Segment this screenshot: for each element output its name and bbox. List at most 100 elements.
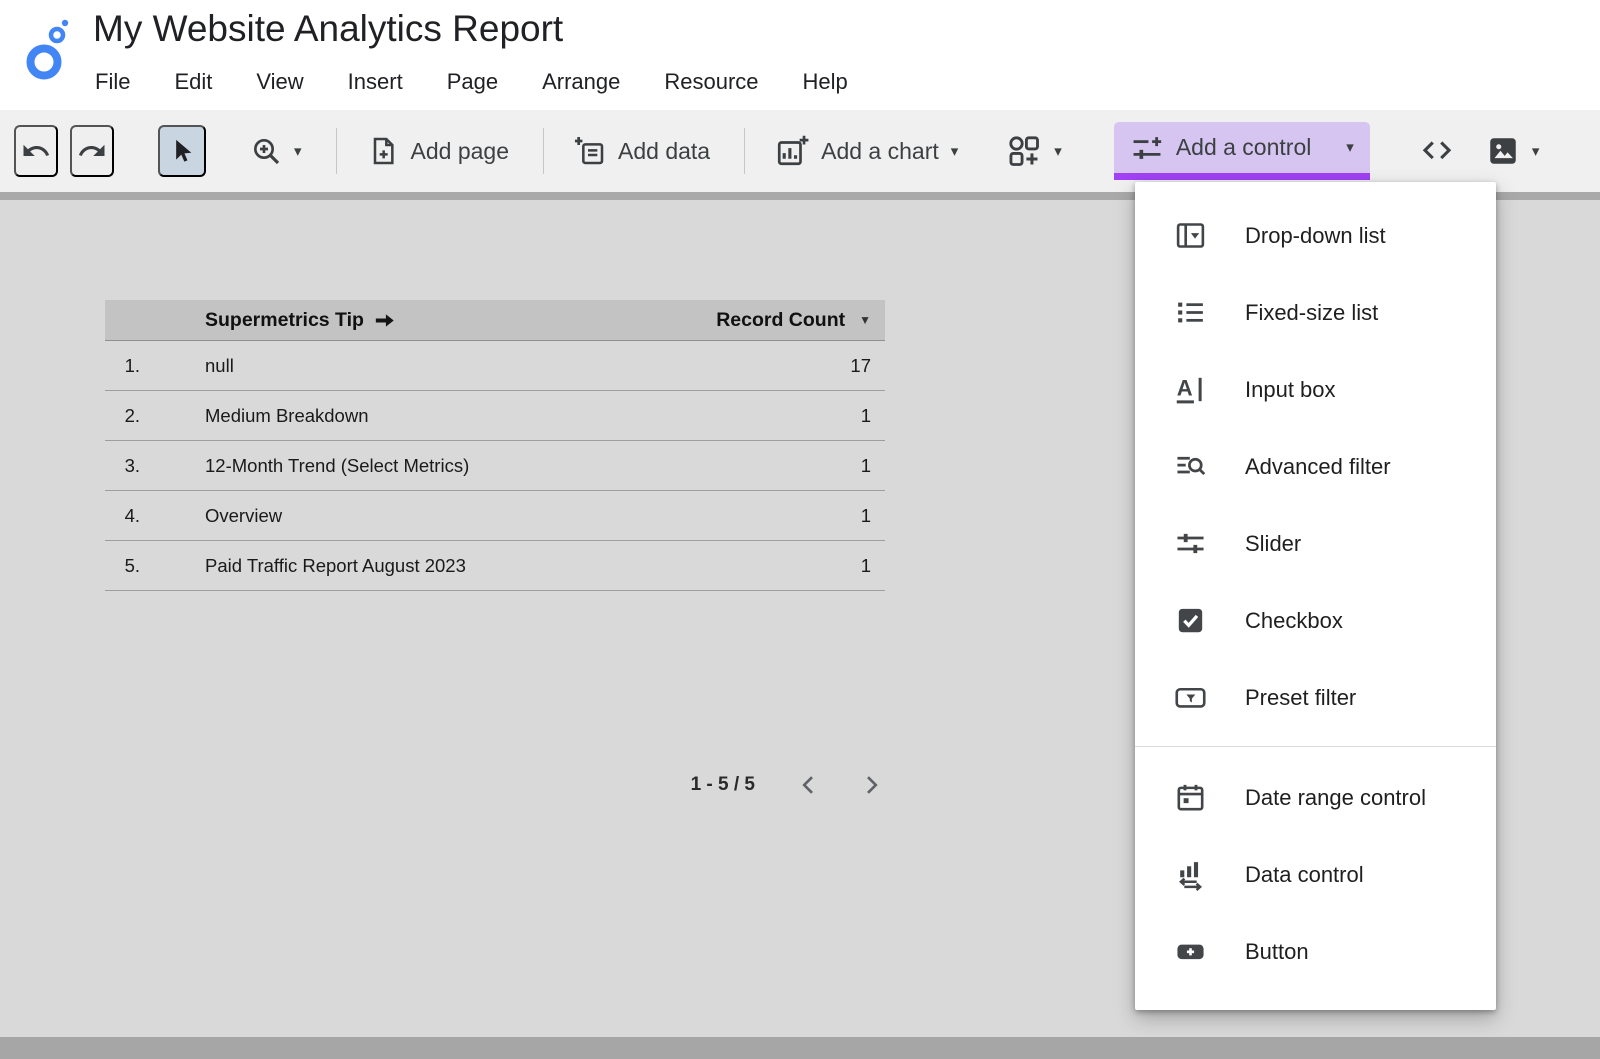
menu-item-button[interactable]: Button xyxy=(1135,913,1496,990)
add-page-label: Add page xyxy=(411,138,509,165)
menu-item-label: Data control xyxy=(1245,862,1364,888)
add-page-button[interactable]: Add page xyxy=(363,125,513,177)
caret-down-icon: ▾ xyxy=(1054,144,1062,159)
row-count: 1 xyxy=(861,455,885,477)
toolbar-divider xyxy=(336,128,337,174)
row-index: 3. xyxy=(105,455,140,477)
record-count-table[interactable]: Supermetrics Tip Record Count ▼ 1. null … xyxy=(105,300,885,591)
canvas-bottom-edge xyxy=(0,1037,1600,1059)
add-control-icon xyxy=(1130,131,1164,165)
insert-image-button[interactable]: ▾ xyxy=(1482,125,1544,177)
caret-down-icon: ▾ xyxy=(294,144,302,159)
redo-button[interactable] xyxy=(70,125,114,177)
menu-item-date-range-control[interactable]: Date range control xyxy=(1135,759,1496,836)
menubar: File Edit View Insert Page Arrange Resou… xyxy=(93,66,850,98)
input-box-icon: A xyxy=(1174,373,1207,406)
menu-item-label: Input box xyxy=(1245,377,1336,403)
menu-arrange[interactable]: Arrange xyxy=(540,66,622,98)
menu-item-label: Preset filter xyxy=(1245,685,1356,711)
menu-file[interactable]: File xyxy=(93,66,132,98)
redo-icon xyxy=(77,136,107,166)
menu-item-drop-down-list[interactable]: Drop-down list xyxy=(1135,197,1496,274)
menu-item-label: Advanced filter xyxy=(1245,454,1391,480)
menu-divider xyxy=(1135,746,1496,747)
table-row: 2. Medium Breakdown 1 xyxy=(105,391,885,441)
menu-item-input-box[interactable]: A Input box xyxy=(1135,351,1496,428)
toolbar-divider xyxy=(744,128,745,174)
sort-desc-icon: ▼ xyxy=(859,313,871,327)
row-tip: null xyxy=(205,355,234,377)
add-chart-icon xyxy=(775,134,809,168)
menu-item-label: Slider xyxy=(1245,531,1301,557)
code-embed-button[interactable] xyxy=(1414,125,1460,177)
menu-item-slider[interactable]: Slider xyxy=(1135,505,1496,582)
undo-icon xyxy=(21,136,51,166)
looker-studio-logo xyxy=(24,18,72,84)
next-page-button[interactable] xyxy=(857,771,885,799)
menu-page[interactable]: Page xyxy=(445,66,500,98)
table-header-tip[interactable]: Supermetrics Tip xyxy=(205,309,396,332)
caret-down-icon: ▾ xyxy=(1346,140,1354,155)
menu-item-checkbox[interactable]: Checkbox xyxy=(1135,582,1496,659)
add-chart-label: Add a chart xyxy=(821,138,939,165)
row-index: 5. xyxy=(105,555,140,577)
drop-down-list-icon xyxy=(1174,219,1207,252)
add-control-button[interactable]: Add a control ▾ xyxy=(1114,122,1370,180)
table-row: 3. 12-Month Trend (Select Metrics) 1 xyxy=(105,441,885,491)
add-chart-button[interactable]: Add a chart ▾ xyxy=(771,125,962,177)
row-tip: Paid Traffic Report August 2023 xyxy=(205,555,466,577)
menu-item-label: Checkbox xyxy=(1245,608,1343,634)
select-tool-button[interactable] xyxy=(158,125,206,177)
data-control-icon xyxy=(1174,858,1207,891)
menu-help[interactable]: Help xyxy=(801,66,850,98)
chevron-left-icon xyxy=(797,773,821,797)
fixed-size-list-icon xyxy=(1174,296,1207,329)
zoom-control[interactable]: ▾ xyxy=(246,125,306,177)
zoom-in-icon xyxy=(250,135,282,167)
row-count: 1 xyxy=(861,405,885,427)
table-row: 4. Overview 1 xyxy=(105,491,885,541)
add-control-menu: Drop-down list Fixed-size list A Input b… xyxy=(1135,182,1496,1010)
chevron-right-icon xyxy=(859,773,883,797)
table-header-count[interactable]: Record Count ▼ xyxy=(716,309,885,332)
button-icon xyxy=(1174,935,1207,968)
table-row: 5. Paid Traffic Report August 2023 1 xyxy=(105,541,885,591)
previous-page-button[interactable] xyxy=(795,771,823,799)
image-icon xyxy=(1486,134,1520,168)
table-header-row: Supermetrics Tip Record Count ▼ xyxy=(105,300,885,341)
undo-button[interactable] xyxy=(14,125,58,177)
svg-text:A: A xyxy=(1177,376,1193,401)
menu-item-preset-filter[interactable]: Preset filter xyxy=(1135,659,1496,736)
menu-item-data-control[interactable]: Data control xyxy=(1135,836,1496,913)
app-header: My Website Analytics Report File Edit Vi… xyxy=(0,0,1600,110)
preset-filter-icon xyxy=(1174,681,1207,714)
menu-view[interactable]: View xyxy=(254,66,305,98)
add-control-label: Add a control xyxy=(1176,134,1312,161)
row-index: 2. xyxy=(105,405,140,427)
menu-item-fixed-size-list[interactable]: Fixed-size list xyxy=(1135,274,1496,351)
menu-edit[interactable]: Edit xyxy=(172,66,214,98)
community-visualizations-button[interactable]: ▾ xyxy=(1002,125,1066,177)
menu-item-label: Fixed-size list xyxy=(1245,300,1378,326)
add-data-label: Add data xyxy=(618,138,710,165)
row-tip: Overview xyxy=(205,505,282,527)
cursor-icon xyxy=(168,137,196,165)
table-row: 1. null 17 xyxy=(105,341,885,391)
row-count: 17 xyxy=(850,355,885,377)
row-tip: 12-Month Trend (Select Metrics) xyxy=(205,455,469,477)
community-visualizations-icon xyxy=(1006,133,1042,169)
menu-item-label: Date range control xyxy=(1245,785,1426,811)
tip-column-header: Supermetrics Tip xyxy=(205,309,364,332)
menu-insert[interactable]: Insert xyxy=(346,66,405,98)
code-icon xyxy=(1418,134,1456,168)
menu-item-label: Drop-down list xyxy=(1245,223,1386,249)
pagination-label: 1 - 5 / 5 xyxy=(691,774,755,796)
row-tip: Medium Breakdown xyxy=(205,405,369,427)
menu-resource[interactable]: Resource xyxy=(662,66,760,98)
report-title[interactable]: My Website Analytics Report xyxy=(93,8,563,50)
menu-item-advanced-filter[interactable]: Advanced filter xyxy=(1135,428,1496,505)
date-range-control-icon xyxy=(1174,781,1207,814)
slider-icon xyxy=(1174,527,1207,560)
caret-down-icon: ▾ xyxy=(951,144,959,159)
add-data-button[interactable]: Add data xyxy=(570,125,714,177)
